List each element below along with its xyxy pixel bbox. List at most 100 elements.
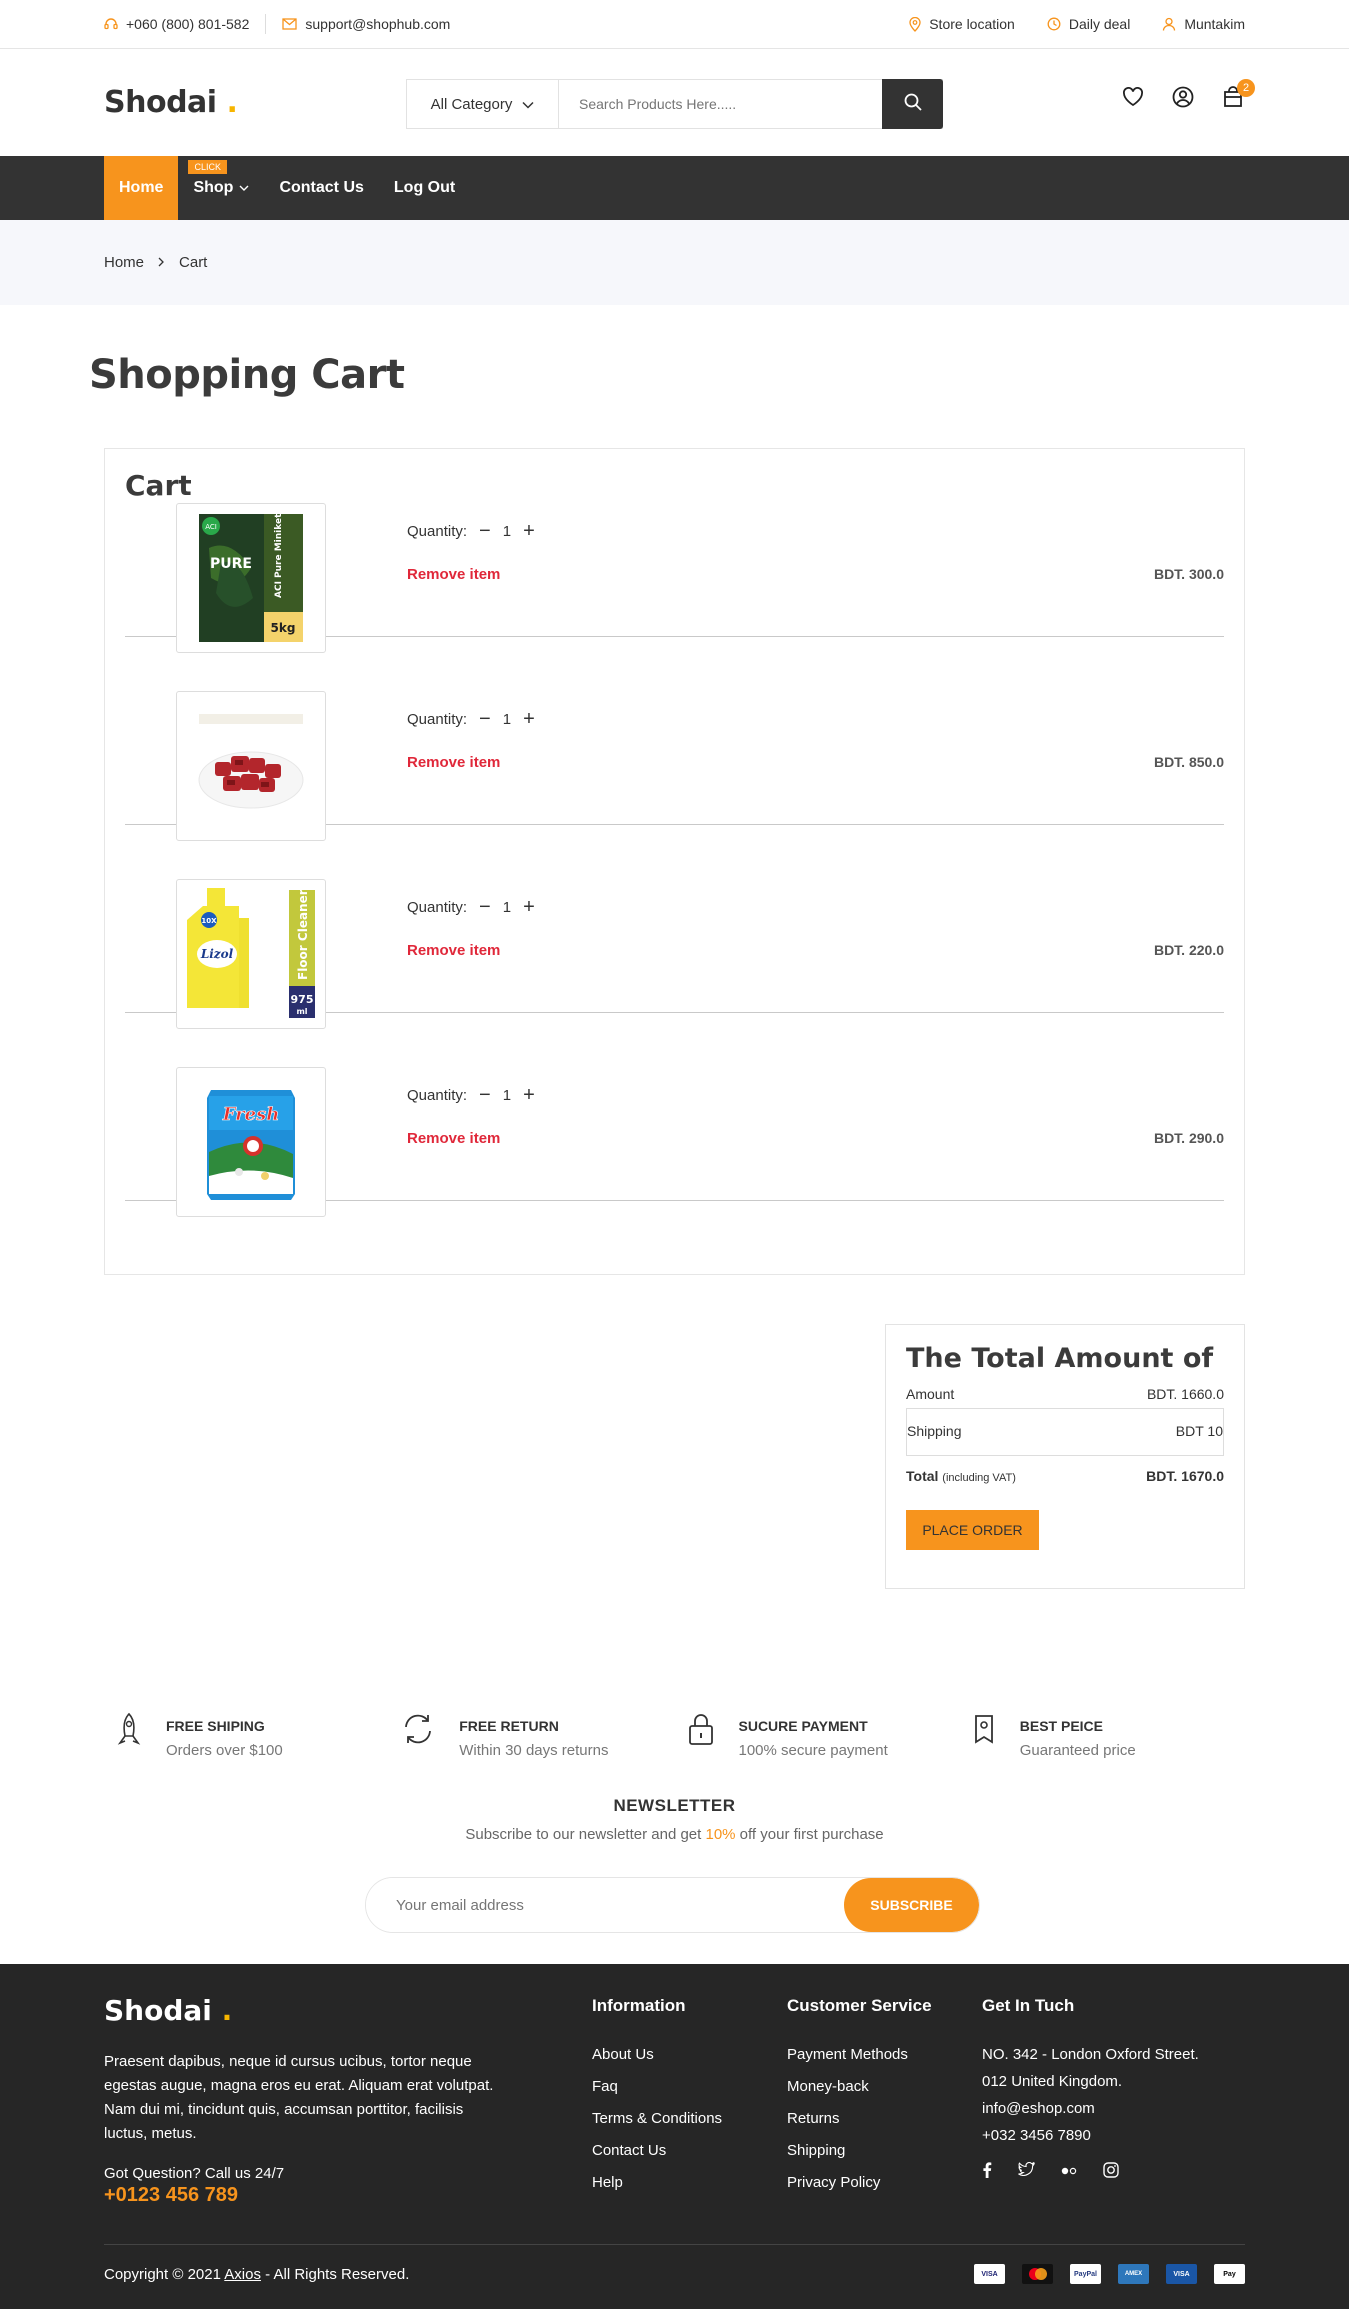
copyright-before: Copyright © 2021 bbox=[104, 2266, 225, 2283]
visa-electron-icon: VISA bbox=[1166, 2264, 1197, 2284]
product-image-beef[interactable] bbox=[176, 691, 326, 841]
remove-item-button[interactable]: Remove item bbox=[407, 1130, 500, 1147]
cart-item: Fresh Quantity: − 1 + Remove item BDT. 2… bbox=[125, 1013, 1224, 1217]
newsletter-text-before: Subscribe to our newsletter and get bbox=[465, 1826, 706, 1843]
account-button[interactable] bbox=[1171, 86, 1195, 113]
nav-item-shop-label: Shop bbox=[193, 179, 234, 196]
order-summary: The Total Amount of Amount BDT. 1660.0 S… bbox=[885, 1324, 1245, 1589]
user-circle-icon bbox=[1172, 86, 1194, 113]
increase-quantity-button[interactable]: + bbox=[523, 1085, 535, 1105]
product-image-floor-cleaner[interactable]: Lizol 10X Floor Cleaner 975 ml bbox=[176, 879, 326, 1029]
footer-link-money-back[interactable]: Money-back bbox=[787, 2078, 932, 2095]
cart-button[interactable]: 2 bbox=[1221, 79, 1255, 111]
flickr-icon[interactable] bbox=[1061, 2162, 1077, 2183]
cleaner-pack-text: Floor Cleaner bbox=[296, 889, 310, 980]
cart-item: ACI PURE ACI Pure Miniket Rice 5kg Quant… bbox=[125, 449, 1224, 653]
increase-quantity-button[interactable]: + bbox=[523, 897, 535, 917]
footer-question: Got Question? Call us 24/7 bbox=[104, 2165, 285, 2182]
decrease-quantity-button[interactable]: − bbox=[479, 521, 491, 541]
instagram-icon[interactable] bbox=[1103, 2162, 1119, 2183]
paypal-label: PayPal bbox=[1074, 2270, 1097, 2278]
quantity-value[interactable]: 1 bbox=[503, 711, 511, 728]
increase-quantity-button[interactable]: + bbox=[523, 709, 535, 729]
store-location-link[interactable]: Store location bbox=[909, 16, 1015, 32]
feature-item: BEST PEICE Guaranteed price bbox=[960, 1712, 1245, 1759]
page-title: Shopping Cart bbox=[89, 352, 405, 398]
social-links bbox=[982, 2161, 1199, 2183]
footer-information: Information About Us Faq Terms & Conditi… bbox=[592, 1996, 722, 2206]
tag-icon bbox=[972, 1712, 996, 1751]
search-input[interactable] bbox=[559, 80, 882, 128]
decrease-quantity-button[interactable]: − bbox=[479, 1085, 491, 1105]
category-select[interactable]: All Category bbox=[407, 80, 559, 128]
chevron-down-icon bbox=[239, 185, 249, 192]
item-price: BDT. 290.0 bbox=[1153, 1130, 1224, 1146]
visa-card-icon: VISA bbox=[974, 2264, 1005, 2284]
decrease-quantity-button[interactable]: − bbox=[479, 709, 491, 729]
facebook-icon[interactable] bbox=[982, 2162, 992, 2183]
newsletter-text: Subscribe to our newsletter and get 10% … bbox=[0, 1826, 1349, 1843]
footer-link-privacy[interactable]: Privacy Policy bbox=[787, 2174, 932, 2191]
footer-link-returns[interactable]: Returns bbox=[787, 2110, 932, 2127]
nav-item-shop[interactable]: CLICK Shop bbox=[178, 156, 264, 220]
total-label: Total bbox=[906, 1468, 939, 1484]
email-contact[interactable]: support@shophub.com bbox=[282, 16, 450, 32]
user-account-link[interactable]: Muntakim bbox=[1162, 16, 1245, 32]
phone-contact[interactable]: +060 (800) 801-582 bbox=[104, 16, 249, 32]
remove-item-button[interactable]: Remove item bbox=[407, 942, 500, 959]
mastercard-icon bbox=[1022, 2264, 1053, 2284]
cart-item: Lizol 10X Floor Cleaner 975 ml Quantity:… bbox=[125, 825, 1224, 1029]
header-icons: 2 bbox=[1121, 79, 1255, 113]
footer-link-terms[interactable]: Terms & Conditions bbox=[592, 2110, 722, 2127]
footer: Shodai . Praesent dapibus, neque id curs… bbox=[0, 1964, 1349, 2309]
place-order-button[interactable]: PLACE ORDER bbox=[906, 1510, 1039, 1550]
footer-link-about[interactable]: About Us bbox=[592, 2046, 722, 2063]
remove-item-button[interactable]: Remove item bbox=[407, 566, 500, 583]
refresh-icon bbox=[401, 1712, 435, 1751]
footer-link-help[interactable]: Help bbox=[592, 2174, 722, 2191]
footer-logo[interactable]: Shodai . bbox=[104, 1994, 232, 2027]
quantity-value[interactable]: 1 bbox=[503, 523, 511, 540]
daily-deal-link[interactable]: Daily deal bbox=[1047, 16, 1130, 32]
footer-contact-phone[interactable]: +032 3456 7890 bbox=[982, 2127, 1199, 2144]
feature-desc: Guaranteed price bbox=[1019, 1742, 1136, 1759]
footer-link-payment-methods[interactable]: Payment Methods bbox=[787, 2046, 932, 2063]
product-image-rice[interactable]: ACI PURE ACI Pure Miniket Rice 5kg bbox=[176, 503, 326, 653]
quantity-label: Quantity: bbox=[407, 710, 468, 728]
nav-item-logout[interactable]: Log Out bbox=[379, 156, 470, 220]
logo[interactable]: Shodai . bbox=[104, 85, 238, 120]
quantity-value[interactable]: 1 bbox=[503, 899, 511, 916]
quantity-stepper: Quantity: − 1 + bbox=[407, 1085, 535, 1105]
increase-quantity-button[interactable]: + bbox=[523, 521, 535, 541]
remove-item-button[interactable]: Remove item bbox=[407, 754, 500, 771]
clock-icon bbox=[1047, 17, 1061, 31]
twitter-icon[interactable] bbox=[1018, 2161, 1036, 2183]
copyright-after: - All Rights Reserved. bbox=[260, 2266, 410, 2283]
feature-title: FREE RETURN bbox=[459, 1718, 559, 1734]
headset-icon bbox=[104, 17, 118, 31]
quantity-value[interactable]: 1 bbox=[503, 1087, 511, 1104]
quantity-stepper: Quantity: − 1 + bbox=[407, 709, 535, 729]
nav-item-home[interactable]: Home bbox=[104, 156, 179, 220]
subscribe-button[interactable]: SUBSCRIBE bbox=[844, 1878, 979, 1932]
shipping-label: Shipping bbox=[907, 1423, 962, 1439]
feature-item: FREE RETURN Within 30 days returns bbox=[389, 1712, 674, 1759]
decrease-quantity-button[interactable]: − bbox=[479, 897, 491, 917]
footer-customer-service: Customer Service Payment Methods Money-b… bbox=[787, 1996, 932, 2206]
footer-email[interactable]: info@eshop.com bbox=[982, 2100, 1199, 2117]
nav-item-contact[interactable]: Contact Us bbox=[264, 156, 378, 220]
footer-link-faq[interactable]: Faq bbox=[592, 2078, 722, 2095]
footer-link-contact[interactable]: Contact Us bbox=[592, 2142, 722, 2159]
footer-phone[interactable]: +0123 456 789 bbox=[104, 2184, 238, 2207]
wishlist-button[interactable] bbox=[1121, 86, 1145, 111]
category-select-value: All Category bbox=[430, 95, 513, 113]
breadcrumb-home[interactable]: Home bbox=[104, 254, 144, 271]
product-image-milk-powder[interactable]: Fresh bbox=[176, 1067, 326, 1217]
copyright-link[interactable]: Axios bbox=[224, 2266, 261, 2283]
store-location-label: Store location bbox=[929, 16, 1015, 32]
footer-link-shipping[interactable]: Shipping bbox=[787, 2142, 932, 2159]
user-name: Muntakim bbox=[1184, 16, 1245, 32]
newsletter-email-input[interactable] bbox=[366, 1878, 844, 1932]
search-button[interactable] bbox=[882, 79, 943, 129]
amex-card-icon: AMEX bbox=[1118, 2264, 1149, 2284]
